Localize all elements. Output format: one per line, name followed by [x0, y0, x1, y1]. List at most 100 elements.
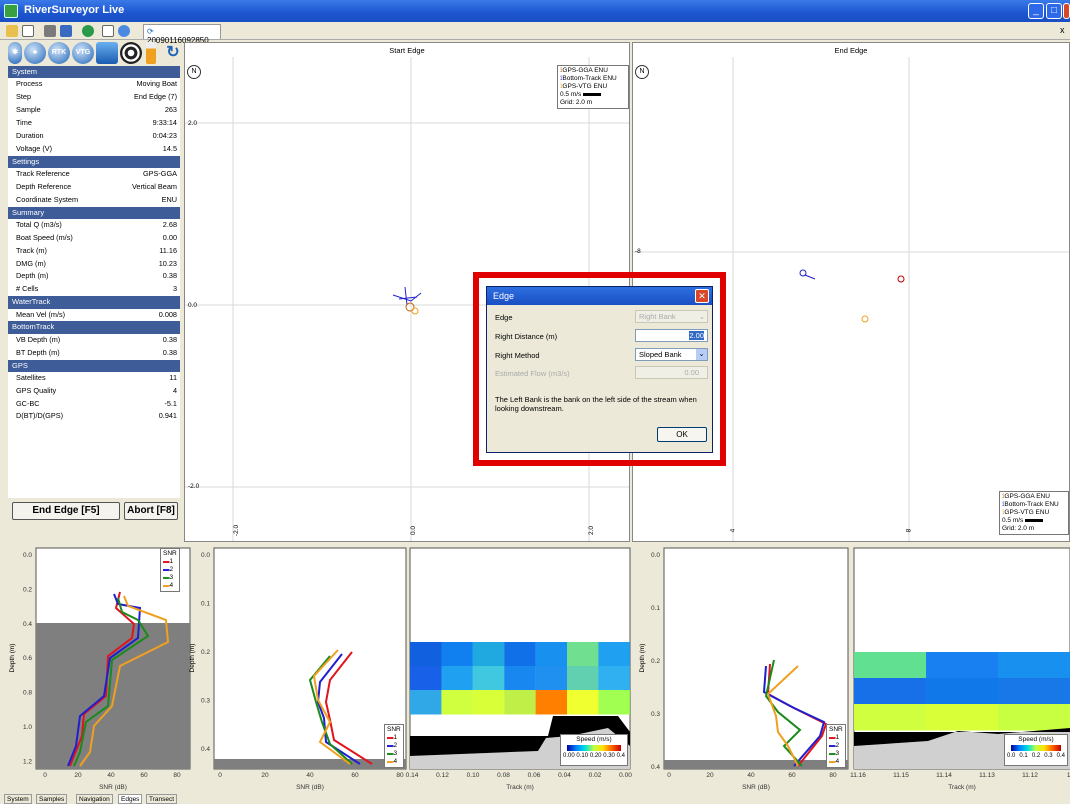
- tab-navigation[interactable]: Navigation: [76, 794, 113, 804]
- vtg-icon[interactable]: VTG: [72, 42, 94, 64]
- rtk-icon[interactable]: RTK: [48, 42, 70, 64]
- tab-edges[interactable]: Edges: [118, 794, 143, 804]
- watertrack-rows: Mean Vel (m/s) 0.008: [8, 309, 180, 322]
- info-label: Depth (m): [16, 271, 49, 281]
- water-icon[interactable]: [96, 42, 118, 64]
- method-chevron-icon[interactable]: ⌄: [696, 349, 707, 360]
- velocity-cell: [472, 666, 505, 691]
- snr-legend-1: SNR ▬1 ▬2 ▬3 ▬4: [160, 548, 180, 592]
- info-row: Satellites 11: [8, 372, 180, 385]
- p3-y-tick: 0.4: [651, 764, 660, 771]
- vtg-label: VTG: [75, 49, 91, 56]
- info-label: Duration: [16, 130, 44, 140]
- p1-x-tick: 0: [43, 772, 47, 779]
- tools-icon[interactable]: [44, 25, 56, 37]
- dialog-note: The Left Bank is the bank on the left si…: [495, 395, 697, 413]
- info-row: Sample 263: [8, 104, 180, 117]
- p2-y-tick: 0.2: [201, 649, 210, 656]
- new-file-icon[interactable]: [22, 25, 34, 37]
- info-value: 2.68: [162, 219, 177, 229]
- legend-gga: GPS-GGA ENU: [562, 67, 608, 74]
- p3-x-tick: 60: [788, 772, 796, 779]
- tab-system[interactable]: System: [4, 794, 32, 804]
- speed-gradient-2: [1011, 745, 1061, 751]
- velocity-cell: [504, 642, 536, 667]
- info-label: GPS Quality: [16, 385, 57, 395]
- c2-x-tick: 11.12: [1022, 772, 1038, 779]
- info-label: Step: [16, 92, 32, 102]
- globe-icon[interactable]: [82, 25, 94, 37]
- edge-chevron-icon: ⌄: [698, 312, 705, 321]
- maximize-button[interactable]: □: [1046, 3, 1062, 19]
- velocity-cell: [926, 652, 999, 679]
- tab-transect[interactable]: Transect: [146, 794, 178, 804]
- info-label: Sample: [16, 105, 41, 115]
- velocity-cell: [598, 642, 630, 667]
- velocity-cell: [567, 642, 599, 667]
- abort-button[interactable]: Abort [F8]: [124, 502, 178, 520]
- p1-y-tick: 0.2: [23, 586, 32, 593]
- minimize-button[interactable]: _: [1028, 3, 1044, 19]
- tab-samples[interactable]: Samples: [36, 794, 68, 804]
- p3-y-tick: 0.1: [651, 605, 660, 612]
- velocity-cell: [998, 678, 1070, 705]
- speed-legend-1: Speed (m/s) 0.00 0.10 0.20 0.30 0.4: [560, 734, 628, 766]
- info-row: # Cells 3: [8, 283, 180, 296]
- info-row: Step End Edge (7): [8, 91, 180, 104]
- file-tab[interactable]: ⟳ 20090116092850: [143, 24, 221, 45]
- start-y-tick-1: 0.0: [188, 302, 198, 309]
- window-icon[interactable]: [60, 25, 72, 37]
- info-value: Vertical Beam: [131, 181, 177, 191]
- close-doc-icon[interactable]: x: [1060, 25, 1065, 35]
- right-method-select[interactable]: Sloped Bank ⌄: [635, 348, 708, 361]
- bottomtrack-rows: VB Depth (m) 0.38 BT Depth (m) 0.38: [8, 334, 180, 360]
- app-icon: [4, 4, 18, 18]
- battery-icon[interactable]: [146, 42, 156, 64]
- ok-button[interactable]: OK: [657, 427, 707, 442]
- refresh-icon[interactable]: ↻: [162, 42, 184, 64]
- c1-x-tick: 0.10: [467, 772, 480, 779]
- film-reel-icon[interactable]: [120, 42, 142, 64]
- c1-x-tick: 0.06: [528, 772, 541, 779]
- p1-xlabel: SNR (dB): [99, 784, 127, 791]
- snr2-item-4: 4: [393, 758, 398, 765]
- info-row: Depth (m) 0.38: [8, 270, 180, 283]
- info-row: Total Q (m3/s) 2.68: [8, 219, 180, 232]
- right-distance-input[interactable]: 2.00: [635, 329, 708, 342]
- legend-bt: Bottom-Track ENU: [562, 75, 617, 82]
- end-legend-scale: 0.5 m/s: [1002, 517, 1024, 524]
- snr3-item-2: 2: [835, 742, 840, 749]
- velocity-cell: [441, 666, 473, 691]
- velocity-cell: [854, 678, 927, 705]
- velocity-cell: [504, 690, 536, 715]
- c2-x-tick: 11.16: [850, 772, 866, 779]
- info-value: Moving Boat: [136, 79, 177, 89]
- p1-x-tick: 60: [140, 772, 148, 779]
- info-value: 11: [169, 372, 177, 382]
- snr-legend-3: SNR ▬1 ▬2 ▬3 ▬4: [826, 724, 846, 768]
- open-folder-icon[interactable]: [6, 25, 18, 37]
- close-button[interactable]: [1063, 3, 1070, 19]
- edge-select[interactable]: Right Bank ⌄: [635, 310, 708, 323]
- footprint-icon[interactable]: ♣: [24, 42, 46, 64]
- c2s2: 0.2: [1031, 753, 1041, 759]
- info-label: VB Depth (m): [16, 334, 61, 344]
- c1s3: 0.30: [603, 753, 615, 759]
- help-icon[interactable]: [118, 25, 130, 37]
- info-value: 10.23: [158, 258, 177, 268]
- c2s0: 0.0: [1007, 753, 1016, 759]
- bluetooth-icon[interactable]: ✱: [8, 42, 22, 64]
- info-label: Total Q (m3/s): [16, 219, 62, 229]
- scale-bar: [583, 93, 602, 96]
- info-label: Coordinate System: [16, 194, 79, 204]
- c1s2: 0.20: [589, 753, 602, 759]
- gps-rows: Satellites 11 GPS Quality 4 GC-BC -5.1 D(BT)/D…: [8, 372, 180, 424]
- c1-x-tick: 0.00: [619, 772, 632, 779]
- info-value: 14.5: [162, 143, 177, 153]
- c1-x-tick: 0.14: [406, 772, 419, 779]
- p1-y-tick: 0.0: [23, 552, 32, 559]
- edge-select-value: Right Bank: [639, 312, 676, 321]
- dialog-close-button[interactable]: ✕: [695, 289, 709, 303]
- end-edge-button[interactable]: End Edge [F5]: [12, 502, 120, 520]
- edit-icon[interactable]: [102, 25, 114, 37]
